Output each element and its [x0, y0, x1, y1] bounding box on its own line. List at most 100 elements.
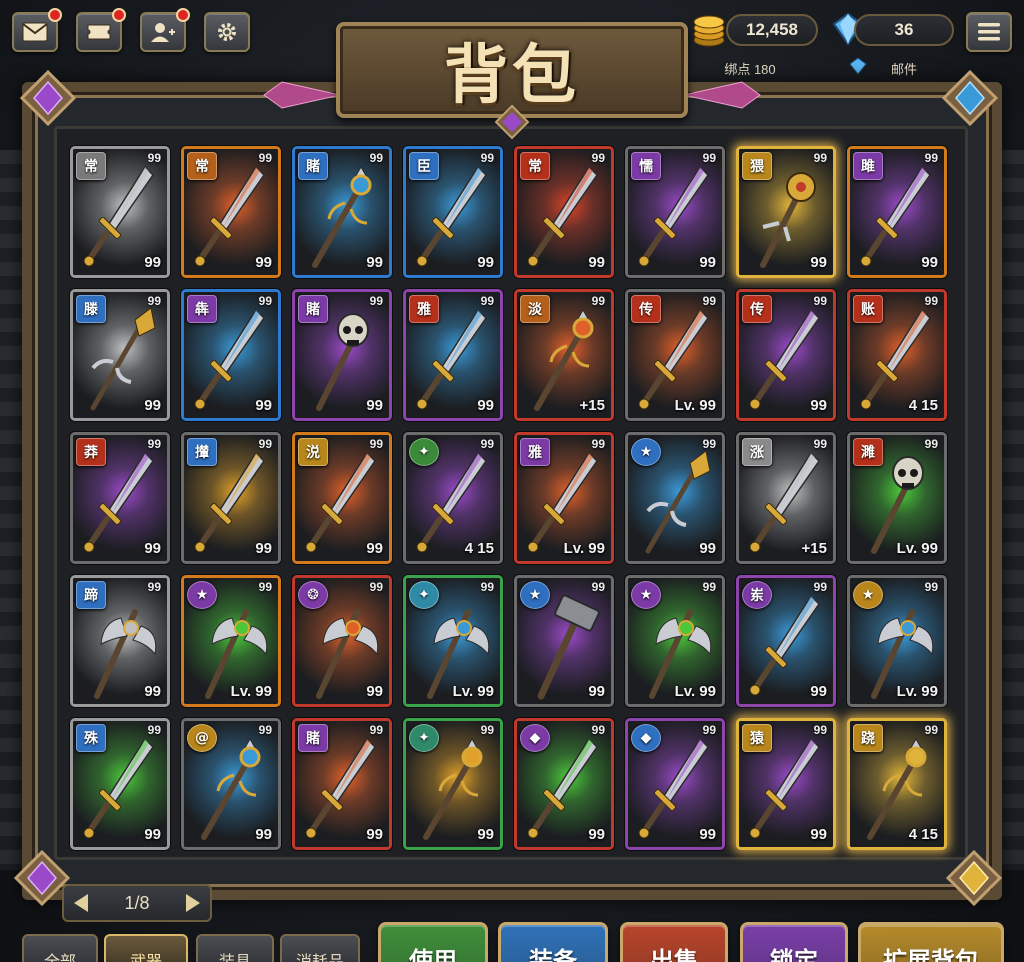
- inventory-slot[interactable]: 犇 99 99: [181, 289, 281, 421]
- inventory-slot[interactable]: 賭 99 99: [292, 289, 392, 421]
- inventory-slot[interactable]: 常 99 99: [70, 146, 170, 278]
- inventory-slot[interactable]: 濉 99 Lv. 99: [847, 432, 947, 564]
- item-grade-badge: 雎: [853, 152, 883, 180]
- item-quantity: 4 15: [908, 397, 938, 414]
- inventory-slot[interactable]: ✦ 99 Lv. 99: [403, 575, 503, 707]
- inventory-slot[interactable]: ★ 99 99: [514, 575, 614, 707]
- next-page-arrow-icon[interactable]: [186, 894, 200, 912]
- inventory-slot[interactable]: ✦ 99 99: [403, 718, 503, 850]
- inventory-slot[interactable]: 殊 99 99: [70, 718, 170, 850]
- tab-3[interactable]: 消耗品: [280, 934, 360, 962]
- friends-button[interactable]: [140, 8, 190, 52]
- expand-bag-button[interactable]: 扩展背包: [858, 922, 1004, 962]
- right-wing-ornament-icon: [684, 81, 761, 109]
- item-top-count: 99: [480, 151, 494, 165]
- inventory-slot[interactable]: 攆 99 99: [181, 432, 281, 564]
- item-quantity: Lv. 99: [896, 683, 938, 700]
- inventory-slot[interactable]: ◆ 99 99: [625, 718, 725, 850]
- item-grade-badge: ★: [520, 581, 550, 609]
- inventory-slot[interactable]: 涚 99 99: [292, 432, 392, 564]
- gem-counter[interactable]: 36: [854, 14, 954, 46]
- inventory-slot[interactable]: ✦ 99 4 15: [403, 432, 503, 564]
- ticket-icon: [86, 22, 112, 42]
- sell-button[interactable]: 出售: [620, 922, 728, 962]
- item-quantity: 99: [144, 397, 161, 414]
- item-top-count: 99: [480, 580, 494, 594]
- use-button[interactable]: 使用: [378, 922, 488, 962]
- inventory-slot[interactable]: 猥 99 99: [736, 146, 836, 278]
- item-top-count: 99: [924, 723, 938, 737]
- inventory-slot[interactable]: 岽 99 99: [736, 575, 836, 707]
- item-quantity: 99: [144, 540, 161, 557]
- inventory-slot[interactable]: 滕 99 99: [70, 289, 170, 421]
- inventory-slot[interactable]: 账 99 4 15: [847, 289, 947, 421]
- item-top-count: 99: [702, 437, 716, 451]
- inventory-slot[interactable]: ★ 99 Lv. 99: [181, 575, 281, 707]
- inventory-slot[interactable]: 賭 99 99: [292, 718, 392, 850]
- lock-button[interactable]: 锁定: [740, 922, 848, 962]
- inventory-slot[interactable]: 蹄 99 99: [70, 575, 170, 707]
- inventory-slot[interactable]: 臣 99 99: [403, 146, 503, 278]
- inventory-slot[interactable]: ★ 99 Lv. 99: [625, 575, 725, 707]
- ticket-button[interactable]: [76, 8, 126, 52]
- inventory-slot[interactable]: ★ 99 99: [625, 432, 725, 564]
- inventory-slot[interactable]: 雎 99 99: [847, 146, 947, 278]
- menu-button[interactable]: [966, 12, 1012, 52]
- item-quantity: 99: [477, 254, 494, 271]
- item-top-count: 99: [480, 437, 494, 451]
- inventory-slot[interactable]: 雅 99 99: [403, 289, 503, 421]
- item-quantity: 99: [810, 683, 827, 700]
- item-quantity: Lv. 99: [674, 397, 716, 414]
- item-quantity: 99: [144, 826, 161, 843]
- item-top-count: 99: [147, 580, 161, 594]
- page-title: 背包: [444, 38, 580, 113]
- inventory-slot[interactable]: 淡 99 +15: [514, 289, 614, 421]
- inventory-slot[interactable]: 莽 99 99: [70, 432, 170, 564]
- inventory-slot[interactable]: @99 99: [181, 718, 281, 850]
- item-top-count: 99: [591, 580, 605, 594]
- blue-gem-corner-icon: [942, 70, 998, 126]
- tab-2[interactable]: 装具: [196, 934, 274, 962]
- item-grade-badge: 常: [187, 152, 217, 180]
- inventory-slot[interactable]: 传 99 99: [736, 289, 836, 421]
- item-quantity: 99: [366, 254, 383, 271]
- item-quantity: 99: [366, 683, 383, 700]
- item-top-count: 99: [147, 151, 161, 165]
- item-top-count: 99: [480, 294, 494, 308]
- gem-value: 36: [894, 20, 914, 39]
- inventory-slot[interactable]: 雅 99 Lv. 99: [514, 432, 614, 564]
- item-grade-badge: ◆: [631, 724, 661, 752]
- item-top-count: 99: [258, 294, 272, 308]
- item-quantity: 99: [144, 254, 161, 271]
- prev-page-arrow-icon[interactable]: [74, 894, 88, 912]
- item-quantity: 99: [810, 826, 827, 843]
- item-grade-badge: ★: [631, 581, 661, 609]
- item-top-count: 99: [147, 723, 161, 737]
- item-quantity: 99: [255, 540, 272, 557]
- settings-button[interactable]: [204, 12, 250, 52]
- equip-button[interactable]: 装备: [498, 922, 608, 962]
- inventory-slot[interactable]: 跷 99 4 15: [847, 718, 947, 850]
- inventory-slot[interactable]: 賭 99 99: [292, 146, 392, 278]
- gold-counter[interactable]: 12,458: [726, 14, 818, 46]
- notification-dot: [48, 8, 62, 22]
- item-quantity: 99: [477, 826, 494, 843]
- inventory-slot[interactable]: 猿 99 99: [736, 718, 836, 850]
- purple-gem-corner-icon: [20, 70, 76, 126]
- inventory-slot[interactable]: ★ 99 Lv. 99: [847, 575, 947, 707]
- item-quantity: Lv. 99: [896, 540, 938, 557]
- inventory-slot[interactable]: ❂ 99 99: [292, 575, 392, 707]
- inventory-slot[interactable]: 常 99 99: [181, 146, 281, 278]
- inventory-slot[interactable]: 懦 99 99: [625, 146, 725, 278]
- item-grade-badge: 跷: [853, 724, 883, 752]
- inventory-slot[interactable]: 涨 99 +15: [736, 432, 836, 564]
- tab-1[interactable]: 武器: [104, 934, 188, 962]
- inventory-slot[interactable]: 常 99 99: [514, 146, 614, 278]
- mail-button[interactable]: [12, 8, 62, 52]
- tab-0[interactable]: 全部: [22, 934, 98, 962]
- inventory-slot[interactable]: ◆ 99 99: [514, 718, 614, 850]
- item-quantity: Lv. 99: [230, 683, 272, 700]
- inventory-slot[interactable]: 传 99 Lv. 99: [625, 289, 725, 421]
- item-grade-badge: 传: [631, 295, 661, 323]
- item-top-count: 99: [258, 723, 272, 737]
